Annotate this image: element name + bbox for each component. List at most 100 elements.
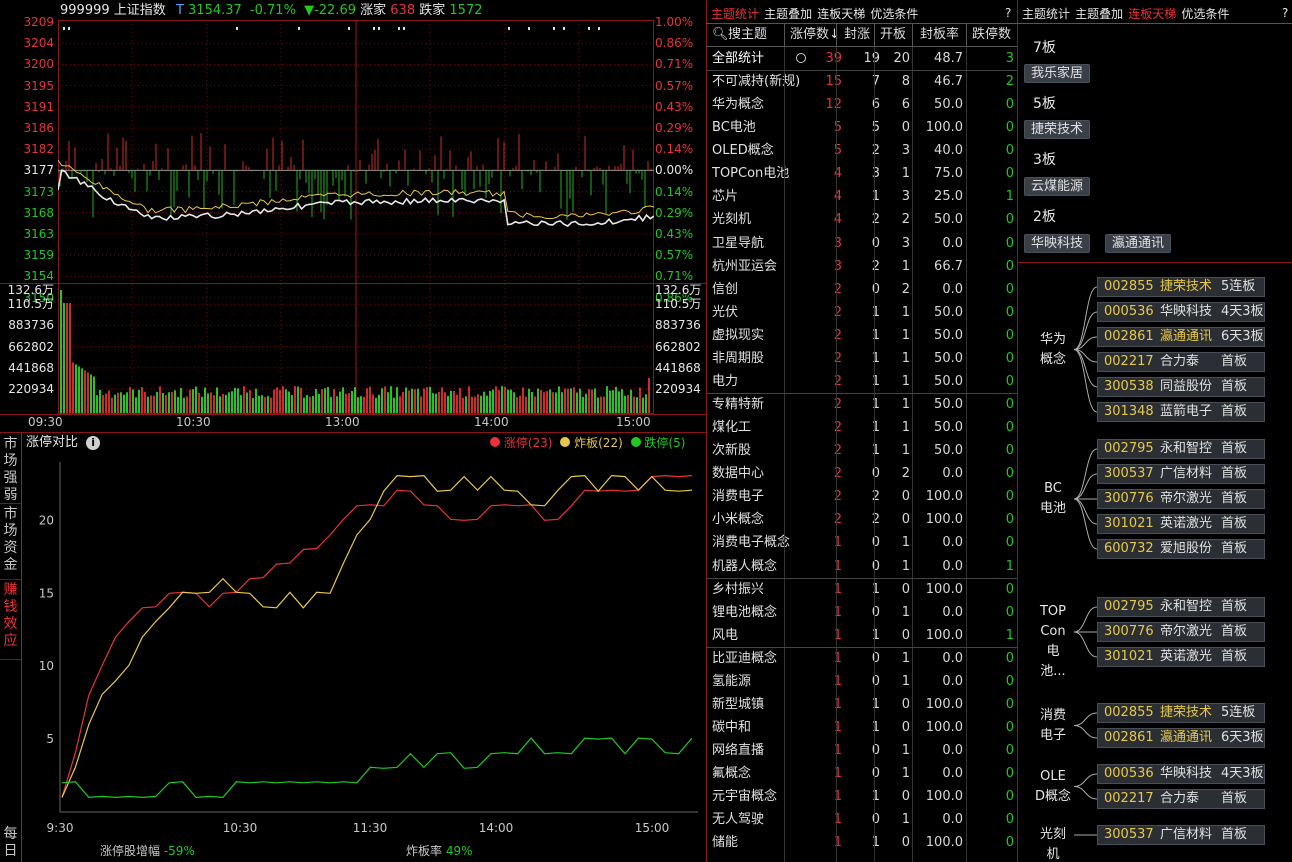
- opened-count: 6: [901, 97, 910, 113]
- right-tab-stats[interactable]: 主题统计: [1022, 7, 1070, 21]
- time-label-0930: 09:30: [28, 415, 63, 429]
- theme-row[interactable]: 全部统计 39 19 20 48.7 3: [708, 47, 1017, 70]
- right-tab-overlay[interactable]: 主题叠加: [1075, 7, 1123, 21]
- price-tick-left: 3154: [23, 269, 54, 284]
- theme-group-label-visual: 光刻机: [1039, 827, 1066, 862]
- theme-row[interactable]: 风电 1 1 0 100.0 1: [708, 624, 1017, 647]
- compare-chart-svg[interactable]: 5 10 15 20 9:30 10:30 11:30 14:00 15:00: [22, 452, 706, 844]
- group-stock-item[interactable]: 002795 永和智控 首板: [1097, 439, 1265, 459]
- theme-row[interactable]: 煤化工 2 1 1 50.0 0: [708, 416, 1017, 439]
- col-limit-down-count[interactable]: 跌停数: [972, 24, 1011, 46]
- mid-tab-stats[interactable]: 主题统计: [711, 7, 759, 21]
- theme-row[interactable]: 消费电子概念 1 0 1 0.0 0: [708, 531, 1017, 554]
- stock-name: 瀛通通讯: [1160, 329, 1213, 344]
- seal-rate: 40.0: [934, 143, 963, 159]
- side-tab-0[interactable]: 市场强弱: [0, 434, 21, 504]
- group-stock-item[interactable]: 300537 广信材料 首板: [1097, 464, 1265, 484]
- theme-row[interactable]: 信创 2 0 2 0.0 0: [708, 278, 1017, 301]
- right-tab-ladder[interactable]: 连板天梯: [1128, 7, 1176, 21]
- group-stock-item[interactable]: 002217 合力泰 首板: [1097, 789, 1265, 809]
- ladder-stock-yunmei[interactable]: 云煤能源: [1024, 177, 1091, 196]
- theme-row[interactable]: 华为概念 12 6 6 50.0 0: [708, 93, 1017, 116]
- theme-row[interactable]: 专精特新 2 1 1 50.0 0: [708, 393, 1017, 416]
- theme-row[interactable]: 次新股 2 1 1 50.0 0: [708, 439, 1017, 462]
- group-stock-item[interactable]: 301021 英诺激光 首板: [1097, 514, 1265, 534]
- side-tab-3[interactable]: 每日: [0, 824, 21, 862]
- theme-row[interactable]: 新型城镇 1 1 0 100.0 0: [708, 693, 1017, 716]
- theme-row[interactable]: 消费电子 2 2 0 100.0 0: [708, 485, 1017, 508]
- theme-row[interactable]: 杭州亚运会 3 2 1 66.7 0: [708, 255, 1017, 278]
- theme-row[interactable]: 比亚迪概念 1 0 1 0.0 0: [708, 647, 1017, 670]
- limit-down-count: 0: [1005, 673, 1014, 689]
- search-icon[interactable]: 🔍︎: [712, 24, 729, 46]
- side-tab-1[interactable]: 市场资金: [0, 504, 21, 580]
- group-stock-item[interactable]: 002217 合力泰 首板: [1097, 352, 1265, 372]
- theme-name: 数据中心: [712, 466, 765, 482]
- group-stock-item[interactable]: 000536 华映科技 4天3板: [1097, 302, 1265, 322]
- theme-row[interactable]: 机器人概念 1 0 1 0.0 1: [708, 555, 1017, 578]
- opened-count: 0: [901, 720, 910, 736]
- sealed-count: 1: [871, 835, 880, 851]
- group-stock-item[interactable]: 002861 瀛通通讯 6天3板: [1097, 728, 1265, 748]
- group-stock-item[interactable]: 002795 永和智控 首板: [1097, 597, 1265, 617]
- info-icon[interactable]: i: [86, 436, 101, 450]
- theme-row[interactable]: 元宇宙概念 1 1 0 100.0 0: [708, 785, 1017, 808]
- theme-row[interactable]: 网络直播 1 0 1 0.0 0: [708, 739, 1017, 762]
- col-sealed[interactable]: 封涨: [844, 24, 870, 46]
- group-stock-item[interactable]: 300537 广信材料 首板: [1097, 825, 1265, 845]
- theme-row[interactable]: 非周期股 2 1 1 50.0 0: [708, 347, 1017, 370]
- group-stock-item[interactable]: 600732 爱旭股份 首板: [1097, 539, 1265, 559]
- mid-tab-ladder[interactable]: 连板天梯: [817, 7, 865, 21]
- col-opened[interactable]: 开板: [880, 24, 906, 46]
- group-stock-item[interactable]: 300538 同益股份 首板: [1097, 377, 1265, 397]
- group-stock-item[interactable]: 301021 英诺激光 首板: [1097, 647, 1265, 667]
- sealed-count: 6: [871, 97, 880, 113]
- theme-row[interactable]: 储能 1 1 0 100.0 0: [708, 831, 1017, 854]
- theme-row[interactable]: 无人驾驶 1 0 1 0.0 0: [708, 808, 1017, 831]
- col-seal-rate[interactable]: 封板率: [920, 24, 959, 46]
- ladder-stock-jierong[interactable]: 捷荣技术: [1024, 120, 1091, 139]
- theme-name: 信创: [712, 281, 739, 297]
- ladder-stock-huaying[interactable]: 华映科技: [1024, 234, 1091, 253]
- theme-row[interactable]: 光伏 2 1 1 50.0 0: [708, 301, 1017, 324]
- group-stock-item[interactable]: 300776 帝尔激光 首板: [1097, 489, 1265, 509]
- theme-search-input[interactable]: 搜主题: [728, 24, 767, 46]
- theme-row[interactable]: 锂电池概念 1 0 1 0.0 0: [708, 601, 1017, 624]
- theme-row[interactable]: 氢能源 1 0 1 0.0 0: [708, 670, 1017, 693]
- theme-row[interactable]: 乡村振兴 1 1 0 100.0 0: [708, 578, 1017, 601]
- sealed-count: 0: [871, 235, 880, 251]
- theme-row[interactable]: 数据中心 2 0 2 0.0 0: [708, 462, 1017, 485]
- right-help-button[interactable]: ?: [1282, 4, 1288, 22]
- group-stock-item[interactable]: 002855 捷荣技术 5连板: [1097, 703, 1265, 723]
- limit-up-count: 1: [833, 627, 842, 643]
- theme-row[interactable]: 氟概念 1 0 1 0.0 0: [708, 762, 1017, 785]
- right-tab-filter[interactable]: 优选条件: [1181, 7, 1229, 21]
- group-stock-item[interactable]: 002855 捷荣技术 5连板: [1097, 277, 1265, 297]
- ladder-stock-woleJiaju[interactable]: 我乐家居: [1024, 64, 1091, 83]
- stock-code: 002217: [1104, 354, 1154, 369]
- theme-row[interactable]: 碳中和 1 1 0 100.0 0: [708, 716, 1017, 739]
- mid-tab-overlay[interactable]: 主题叠加: [764, 7, 812, 21]
- settings-circle-icon[interactable]: [796, 53, 806, 63]
- theme-row[interactable]: 电力 2 1 1 50.0 0: [708, 370, 1017, 393]
- theme-row[interactable]: 小米概念 2 2 0 100.0 0: [708, 508, 1017, 531]
- theme-row[interactable]: 芯片 4 1 3 25.0 1: [708, 185, 1017, 208]
- theme-row[interactable]: TOPCon电池 4 3 1 75.0 0: [708, 162, 1017, 185]
- seal-rate: 50.0: [934, 397, 963, 413]
- limit-down-count: 1: [1005, 558, 1014, 574]
- theme-row[interactable]: 虚拟现实 2 1 1 50.0 0: [708, 324, 1017, 347]
- theme-row[interactable]: BC电池 5 5 0 100.0 0: [708, 116, 1017, 139]
- theme-row[interactable]: 不可减持(新规) 15 7 8 46.7 2: [708, 70, 1017, 93]
- group-stock-item[interactable]: 000536 华映科技 4天3板: [1097, 764, 1265, 784]
- col-limit-up-count[interactable]: 涨停数↓: [790, 24, 840, 46]
- mid-help-button[interactable]: ?: [1005, 4, 1011, 22]
- ladder-stock-yingtong[interactable]: 瀛通通讯: [1105, 234, 1172, 253]
- theme-row[interactable]: OLED概念 5 2 3 40.0 0: [708, 139, 1017, 162]
- side-tab-2[interactable]: 赚钱效应: [0, 580, 21, 660]
- group-stock-item[interactable]: 300776 帝尔激光 首板: [1097, 622, 1265, 642]
- theme-row[interactable]: 卫星导航 3 0 3 0.0 0: [708, 232, 1017, 255]
- theme-row[interactable]: 光刻机 4 2 2 50.0 0: [708, 208, 1017, 231]
- mid-tab-filter[interactable]: 优选条件: [870, 7, 918, 21]
- group-stock-item[interactable]: 301348 蓝箭电子 首板: [1097, 402, 1265, 422]
- group-stock-item[interactable]: 002861 瀛通通讯 6天3板: [1097, 327, 1265, 347]
